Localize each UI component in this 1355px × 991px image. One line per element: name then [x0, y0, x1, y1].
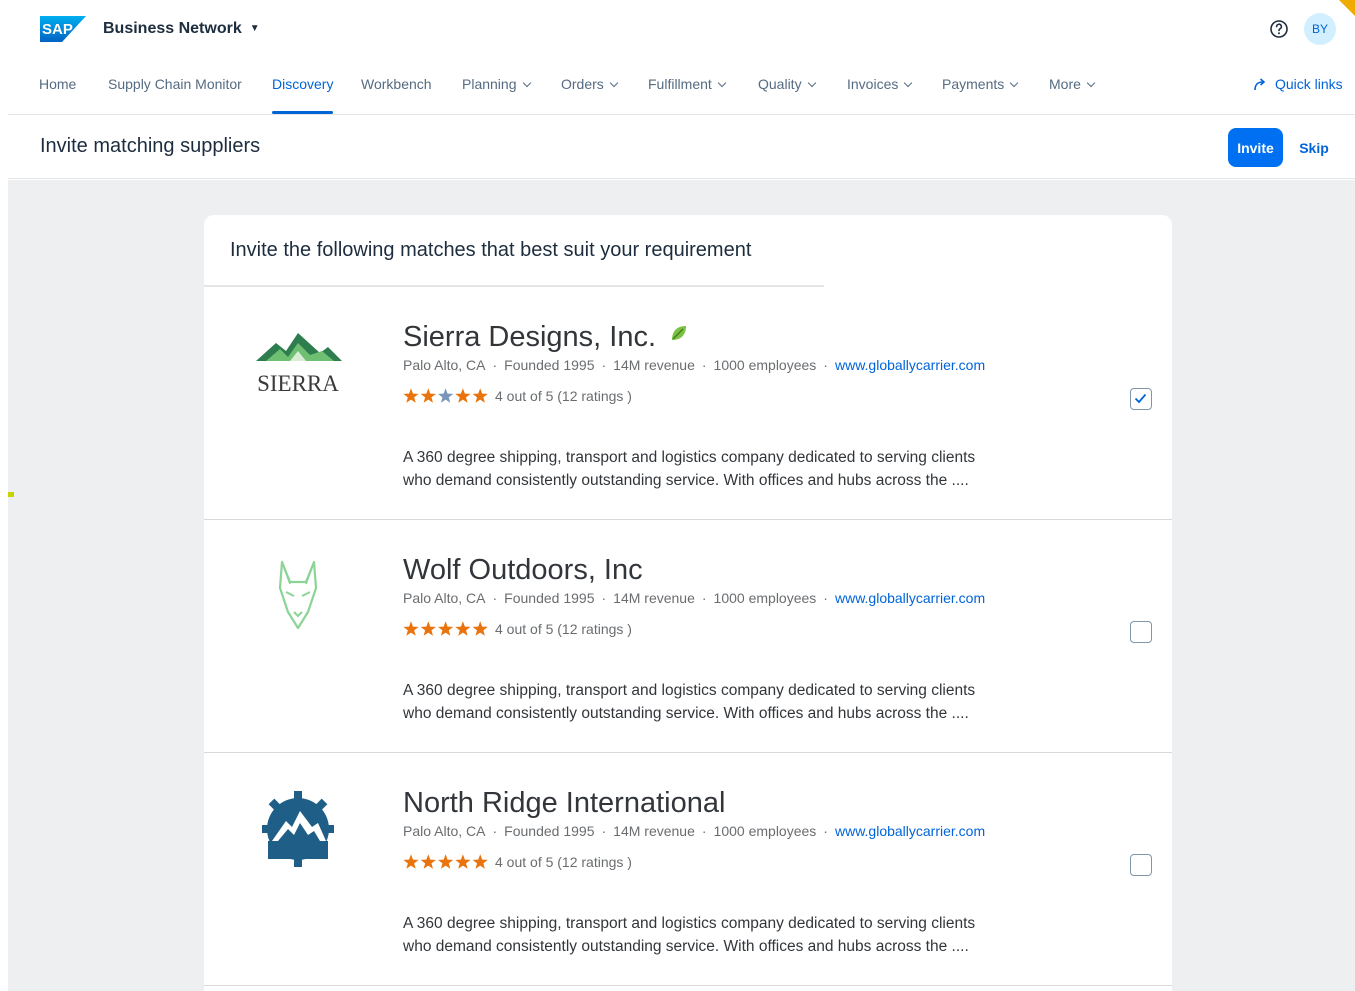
supplier-website-link[interactable]: www.globallycarrier.com [835, 357, 985, 373]
product-switcher[interactable]: Business Network ▼ [103, 20, 260, 38]
star-icon [472, 854, 488, 869]
invite-button[interactable]: Invite [1228, 128, 1283, 167]
supplier-name[interactable]: North Ridge International [403, 787, 725, 820]
supplier-name[interactable]: Wolf Outdoors, Inc [403, 554, 643, 587]
nav-quality[interactable]: Quality [758, 76, 816, 92]
chevron-down-icon [609, 78, 619, 88]
supplier-rating: 4 out of 5 (12 ratings ) [403, 621, 632, 637]
chevron-down-icon [717, 78, 727, 88]
wolf-logo [278, 560, 318, 630]
star-icon [437, 388, 454, 403]
north-ridge-logo [262, 791, 334, 867]
nav-supply-chain-monitor[interactable]: Supply Chain Monitor [108, 76, 242, 92]
svg-text:SIERRA: SIERRA [257, 371, 339, 396]
caret-down-icon: ▼ [249, 23, 260, 34]
chevron-down-icon [904, 78, 913, 88]
supplier-description: A 360 degree shipping, transport and log… [403, 449, 976, 489]
share-arrow-icon [1254, 78, 1266, 91]
page-title: Invite matching suppliers [40, 135, 261, 157]
supplier-website-link[interactable]: www.globallycarrier.com [835, 823, 985, 839]
sierra-logo: SIERRA [256, 333, 342, 396]
star-icon [403, 854, 419, 869]
star-icon [472, 621, 488, 636]
shell-bar: SAP Business Network ▼ BY [0, 0, 1355, 60]
checkmark-icon [1134, 393, 1147, 404]
select-supplier-checkbox[interactable] [1130, 854, 1152, 876]
help-circle-icon[interactable] [1269, 19, 1289, 39]
content-area: Invite the following matches that best s… [8, 180, 1355, 991]
star-icon [403, 621, 419, 636]
supplier-meta: Palo Alto, CA · Founded 1995 · 14M revenue · 1… [403, 823, 986, 839]
star-icon [455, 388, 471, 403]
star-rating-icon [403, 388, 488, 403]
nav-home[interactable]: Home [39, 76, 76, 92]
select-supplier-checkbox[interactable] [1130, 388, 1152, 410]
supplier-description: A 360 degree shipping, transport and log… [403, 915, 976, 955]
chevron-down-icon [1086, 78, 1096, 88]
nav-planning[interactable]: Planning [462, 76, 531, 92]
corner-marker [1339, 0, 1355, 16]
nav-invoices[interactable]: Invoices [847, 76, 913, 92]
supplier-match-card: Invite the following matches that best s… [204, 215, 1172, 991]
supplier-name[interactable]: Sierra Designs, Inc. [403, 321, 688, 354]
nav-payments[interactable]: Payments [942, 76, 1019, 92]
supplier-row-sierra: SIERRA Sierra Designs, Inc. Palo Alto, C… [204, 287, 1172, 520]
star-rating-icon [403, 621, 488, 636]
star-icon [437, 621, 454, 636]
user-avatar[interactable]: BY [1304, 13, 1336, 45]
star-icon [455, 621, 471, 636]
supplier-rating: 4 out of 5 (12 ratings ) [403, 854, 632, 870]
supplier-row-north-ridge: North Ridge International Palo Alto, CA ·… [204, 753, 1172, 986]
page-header: Invite matching suppliers Invite Skip [8, 116, 1355, 179]
top-navigation: Home Supply Chain Monitor Discovery Work… [8, 60, 1355, 115]
card-header: Invite the following matches that best s… [230, 239, 752, 261]
star-icon [472, 388, 488, 403]
star-icon [420, 621, 436, 636]
star-rating-icon [403, 854, 488, 869]
chevron-down-icon [807, 78, 816, 88]
nav-orders[interactable]: Orders [561, 76, 619, 92]
nav-more[interactable]: More [1049, 76, 1096, 92]
skip-button[interactable]: Skip [1295, 128, 1333, 167]
quick-links-button[interactable]: Quick links [1253, 76, 1343, 92]
nav-workbench[interactable]: Workbench [361, 76, 432, 92]
supplier-website-link[interactable]: www.globallycarrier.com [835, 590, 985, 606]
star-icon [403, 388, 419, 403]
edge-marker [8, 492, 14, 497]
supplier-meta: Palo Alto, CA · Founded 1995 · 14M revenue · 1… [403, 590, 986, 606]
supplier-rating: 4 out of 5 (12 ratings ) [403, 388, 632, 404]
chevron-down-icon [1010, 78, 1019, 88]
star-icon [420, 854, 436, 869]
supplier-description: A 360 degree shipping, transport and log… [403, 682, 976, 722]
star-icon [420, 388, 436, 403]
chevron-down-icon [522, 78, 531, 88]
sap-logo[interactable]: SAP [40, 16, 86, 42]
product-name: Business Network [103, 20, 242, 37]
nav-fulfillment[interactable]: Fulfillment [648, 76, 727, 92]
star-icon [437, 854, 454, 869]
svg-text:SAP: SAP [42, 21, 73, 38]
star-icon [455, 854, 471, 869]
nav-discovery[interactable]: Discovery [272, 76, 334, 114]
supplier-row-wolf: Wolf Outdoors, Inc Palo Alto, CA · Founded… [204, 520, 1172, 753]
select-supplier-checkbox[interactable] [1130, 621, 1152, 643]
leaf-icon [672, 326, 687, 340]
supplier-meta: Palo Alto, CA · Founded 1995 · 14M revenue · 1… [403, 357, 986, 373]
